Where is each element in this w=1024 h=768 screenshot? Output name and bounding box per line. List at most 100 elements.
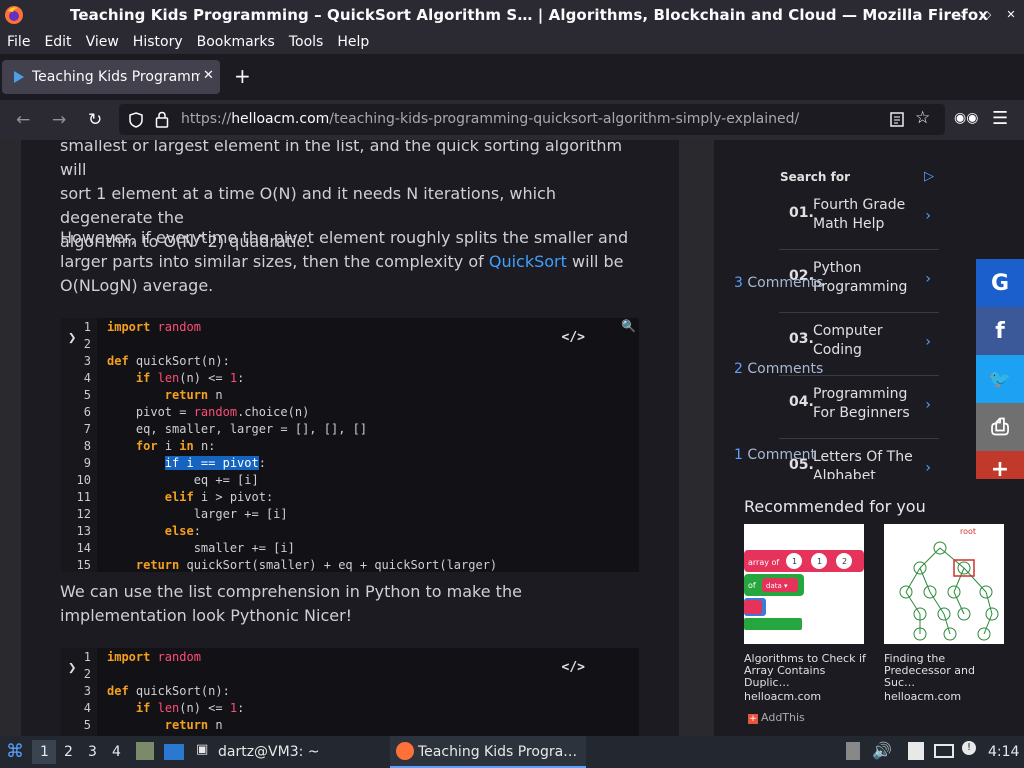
paragraph-2: However, if everytime the pivot element … xyxy=(60,226,650,298)
desktop-icon[interactable] xyxy=(164,744,184,760)
view-source-icon[interactable]: </> xyxy=(562,330,585,345)
firefox-logo-icon xyxy=(5,6,23,24)
menu-file[interactable]: File xyxy=(7,34,30,50)
taskbar: ⌘ 1 2 3 4 ▣ dartz@VM3: ~ Teaching Kids P… xyxy=(0,736,1024,768)
battery-icon[interactable] xyxy=(846,742,860,760)
hamburger-menu-icon[interactable]: ☰ xyxy=(992,108,1008,129)
volume-icon[interactable]: 🔊 xyxy=(872,741,892,760)
line-number: 3 xyxy=(83,684,91,698)
svg-text:1: 1 xyxy=(817,557,822,566)
zoom-icon[interactable]: 🔍 xyxy=(621,319,636,333)
bookmark-star-icon[interactable]: ☆ xyxy=(915,108,930,128)
code-block-1[interactable]: ❯ </> 🔍 1 import random 2 3 def quickSort(n)… xyxy=(61,318,639,572)
search-for-heading: Search for xyxy=(780,170,851,184)
quicksort-link[interactable]: QuickSort xyxy=(489,252,567,271)
line-number: 2 xyxy=(83,337,91,351)
google-icon: G xyxy=(990,270,1010,296)
line-number: 1 xyxy=(83,320,91,334)
ad-choices-icon[interactable]: ▷ xyxy=(924,169,934,184)
reader-view-icon[interactable] xyxy=(890,112,904,127)
tab-close-icon[interactable]: ✕ xyxy=(203,68,214,83)
back-icon[interactable]: ← xyxy=(16,110,30,130)
firefox-task[interactable]: Teaching Kids Progra… xyxy=(418,744,577,760)
ad-item-4[interactable]: 04. Programming For Beginners › xyxy=(779,377,939,439)
line-number: 13 xyxy=(76,524,91,538)
chevron-right-icon: › xyxy=(925,271,931,287)
recommended-source: helloacm.com xyxy=(884,690,962,703)
comment-count-2[interactable]: 2 Comments xyxy=(734,361,823,377)
lock-icon[interactable] xyxy=(155,111,169,128)
clipboard-icon[interactable] xyxy=(908,742,924,760)
menu-tools[interactable]: Tools xyxy=(289,34,324,50)
navigation-bar: ← → ↻ https://helloacm.com/teaching-kids… xyxy=(0,100,1024,140)
svg-text:2: 2 xyxy=(842,557,847,566)
menu-bar: File Edit View History Bookmarks Tools H… xyxy=(0,30,1024,54)
view-source-icon[interactable]: </> xyxy=(562,660,585,675)
ad-item-1[interactable]: 01. Fourth Grade Math Help › xyxy=(779,188,939,250)
chevron-right-icon: › xyxy=(925,397,931,413)
paragraph-1-line: sort 1 element at a time O(N) and it nee… xyxy=(60,184,556,227)
forward-icon[interactable]: → xyxy=(52,110,66,130)
code-text: elif i > pivot: xyxy=(164,490,274,504)
line-number: 5 xyxy=(83,718,91,732)
chevron-right-icon: › xyxy=(925,460,931,476)
workspace-1[interactable]: 1 xyxy=(40,744,49,760)
file-manager-icon[interactable] xyxy=(136,742,154,760)
code-text: for i in n: xyxy=(135,439,216,453)
url-bar[interactable]: https://helloacm.com/teaching-kids-progr… xyxy=(119,104,945,135)
line-number: 12 xyxy=(76,507,91,521)
workspace-3[interactable]: 3 xyxy=(88,744,97,760)
extension-icon[interactable]: ◉◉ xyxy=(954,110,978,126)
line-number: 6 xyxy=(83,405,91,419)
menu-view[interactable]: View xyxy=(86,34,119,50)
svg-text:of: of xyxy=(748,581,756,590)
menu-bookmarks[interactable]: Bookmarks xyxy=(197,34,275,50)
svg-text:1: 1 xyxy=(792,557,797,566)
notification-icon[interactable]: ! xyxy=(962,741,976,755)
code-text: else: xyxy=(164,524,201,538)
comment-count-1[interactable]: 1 Comment xyxy=(734,447,816,463)
workspace-2[interactable]: 2 xyxy=(64,744,73,760)
display-icon[interactable] xyxy=(934,744,954,758)
ad-item-number: 04. xyxy=(789,394,814,410)
tab-label: Teaching Kids Programmi xyxy=(32,69,200,85)
minimize-icon[interactable]: ⌄ xyxy=(956,6,970,22)
menu-history[interactable]: History xyxy=(133,34,183,50)
code-text: pivot = random.choice(n) xyxy=(107,405,310,419)
recommended-heading: Recommended for you xyxy=(744,497,926,516)
restore-icon[interactable]: ◇ xyxy=(980,6,994,22)
reload-icon[interactable]: ↻ xyxy=(88,110,102,130)
url-text[interactable]: https://helloacm.com/teaching-kids-progr… xyxy=(181,111,799,127)
twitter-share-button[interactable]: 🐦 xyxy=(976,355,1024,403)
ad-item-text: Python Programming xyxy=(813,260,908,295)
svg-text:array of: array of xyxy=(748,558,779,567)
google-share-button[interactable]: G xyxy=(976,259,1024,307)
menu-help[interactable]: Help xyxy=(337,34,369,50)
comment-count-3[interactable]: 3 Comments xyxy=(734,275,823,291)
new-tab-button[interactable]: + xyxy=(234,64,251,88)
close-window-icon[interactable]: ✕ xyxy=(1004,6,1018,22)
code-block-2[interactable]: ❯ </> 1 import random 2 3 def quickSort(n): 4… xyxy=(61,648,639,736)
code-text: import random xyxy=(107,650,201,664)
ad-item-text: Computer Coding xyxy=(813,323,883,358)
chevron-right-icon: › xyxy=(925,334,931,350)
terminal-task[interactable]: dartz@VM3: ~ xyxy=(218,744,320,760)
print-button[interactable]: ⎙ xyxy=(976,403,1024,451)
line-number: 8 xyxy=(83,439,91,453)
more-share-button[interactable]: + xyxy=(976,451,1024,482)
site-favicon-icon xyxy=(14,71,24,83)
facebook-share-button[interactable]: f xyxy=(976,307,1024,355)
shield-icon[interactable] xyxy=(129,112,143,128)
addthis-icon: + xyxy=(748,714,758,724)
scratch-blocks-thumbnail: array of 1 1 2 of data ▾ xyxy=(744,524,864,644)
addthis-link[interactable]: + AddThis xyxy=(748,711,805,724)
facebook-icon: f xyxy=(995,318,1005,344)
ad-item-number: 01. xyxy=(789,205,814,221)
start-menu-icon[interactable]: ⌘ xyxy=(6,741,24,762)
terminal-icon: ▣ xyxy=(196,742,209,757)
workspace-4[interactable]: 4 xyxy=(112,744,121,760)
twitter-icon: 🐦 xyxy=(988,368,1012,390)
firefox-icon xyxy=(396,742,414,760)
tab-active[interactable]: Teaching Kids Programmi ✕ xyxy=(2,60,220,94)
menu-edit[interactable]: Edit xyxy=(44,34,71,50)
